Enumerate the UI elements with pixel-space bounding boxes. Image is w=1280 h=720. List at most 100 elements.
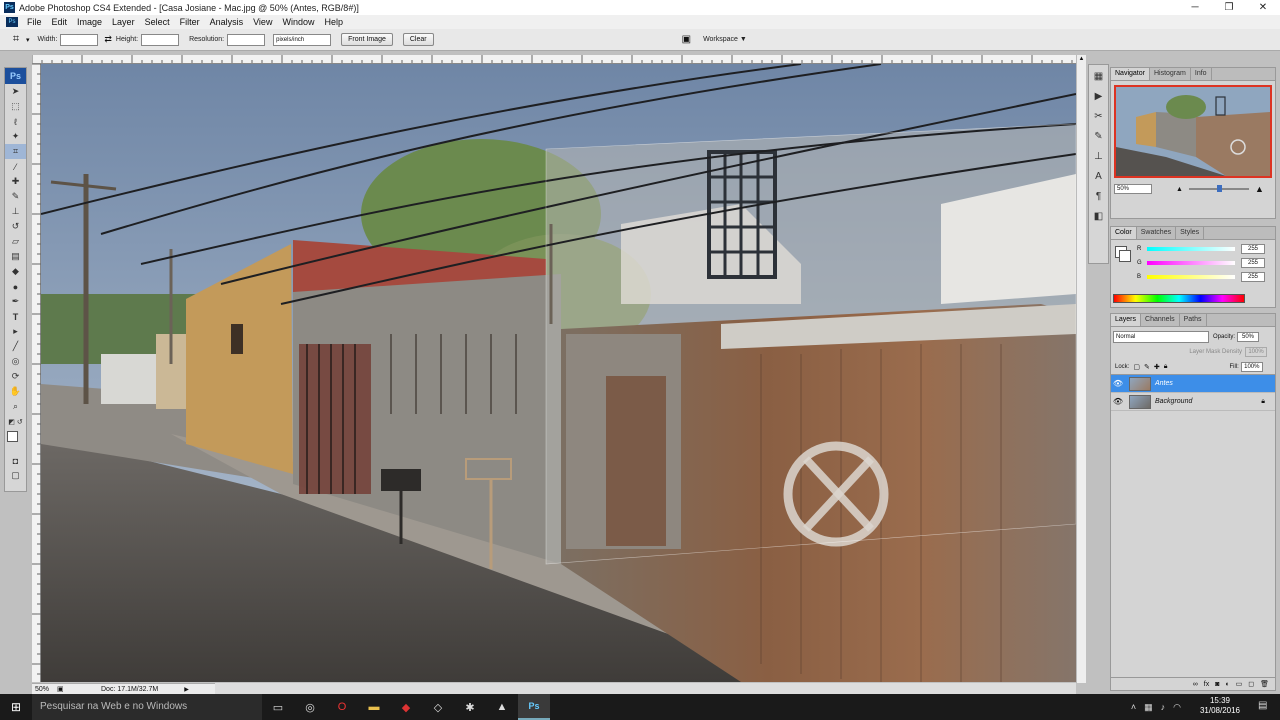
eyedropper-tool-icon[interactable]: ⁄ [5, 159, 26, 174]
status-menu-arrow-icon[interactable]: ▶ [184, 686, 189, 693]
zoom-slider[interactable] [1188, 185, 1249, 192]
maximize-button[interactable]: ❐ [1212, 0, 1246, 15]
link-layers-icon[interactable]: ∞ [1193, 681, 1198, 688]
zoom-slider-thumb[interactable] [1216, 185, 1222, 192]
document-canvas[interactable] [41, 64, 1076, 682]
tab-swatches[interactable]: Swatches [1137, 227, 1177, 239]
resolution-unit-select[interactable]: pixels/inch [273, 33, 332, 46]
lock-transparency-icon[interactable]: ▢ [1133, 363, 1140, 371]
mask-density-field[interactable]: 100% [1245, 347, 1267, 357]
horizontal-scrollbar[interactable] [215, 683, 1076, 694]
workspace-menu[interactable]: Workspace ▼ [703, 36, 747, 43]
brushes-panel-icon[interactable]: ✎ [1089, 127, 1108, 145]
blur-tool-icon[interactable]: ◆ [5, 264, 26, 279]
width-field[interactable] [60, 33, 99, 46]
navigator-zoom-field[interactable]: 50% [1114, 184, 1152, 194]
file-explorer-icon[interactable]: ▬ [358, 694, 390, 720]
b-value[interactable]: 255 [1241, 272, 1265, 282]
healing-brush-tool-icon[interactable]: ✚ [5, 174, 26, 189]
tool-presets-icon[interactable]: ✂ [1089, 107, 1108, 125]
visibility-eye-icon[interactable]: 👁︎ [1111, 379, 1125, 388]
app-icon[interactable]: ◇ [422, 694, 454, 720]
scroll-up-icon[interactable]: ▲ [1077, 56, 1086, 62]
history-brush-tool-icon[interactable]: ↺ [5, 219, 26, 234]
photoshop-taskbar-icon[interactable]: Ps [518, 694, 550, 720]
g-value[interactable]: 255 [1241, 258, 1265, 268]
3d-rotate-tool-icon[interactable]: ◎ [5, 354, 26, 369]
crop-tool-icon[interactable]: ⌗ [6, 33, 26, 46]
front-image-button[interactable]: Front Image [341, 33, 393, 46]
lock-pixels-icon[interactable]: ✎ [1144, 363, 1150, 371]
menu-file[interactable]: File [22, 17, 47, 27]
visibility-eye-icon[interactable]: 👁︎ [1111, 397, 1125, 406]
foreground-color-swatch[interactable] [6, 431, 18, 442]
slider-r[interactable]: R 255 [1137, 242, 1265, 256]
tool-preset-chevron-icon[interactable]: ▾ [26, 36, 30, 44]
r-bar[interactable] [1147, 247, 1235, 251]
brush-tool-icon[interactable]: ✎ [5, 189, 26, 204]
screen-mode-icon[interactable]: ▢ [5, 468, 26, 483]
layer-row-background[interactable]: 👁︎ Background 🔒︎ [1111, 393, 1275, 411]
taskbar-search[interactable]: Pesquisar na Web e no Windows [32, 694, 262, 720]
lasso-tool-icon[interactable]: ℓ [5, 114, 26, 129]
adjustments-panel-icon[interactable]: ◧ [1089, 207, 1108, 225]
layer-mask-icon[interactable]: ◙ [1215, 681, 1219, 688]
magic-wand-tool-icon[interactable]: ✦ [5, 129, 26, 144]
menu-filter[interactable]: Filter [175, 17, 205, 27]
eraser-tool-icon[interactable]: ▱ [5, 234, 26, 249]
tab-channels[interactable]: Channels [1141, 314, 1180, 326]
history-panel-icon[interactable]: ▦ [1089, 67, 1108, 85]
layer-name-antes[interactable]: Antes [1155, 380, 1173, 387]
crop-tool-icon[interactable]: ⌗ [5, 144, 26, 159]
wifi-icon[interactable]: ◠ [1173, 702, 1181, 713]
adjustment-layer-icon[interactable]: ◐ [1225, 681, 1229, 688]
photos-icon[interactable]: ▲ [486, 694, 518, 720]
b-bar[interactable] [1147, 275, 1235, 279]
character-panel-icon[interactable]: A [1089, 167, 1108, 185]
clear-button[interactable]: Clear [402, 33, 434, 46]
color-spectrum[interactable] [1113, 294, 1245, 303]
pen-tool-icon[interactable]: ✒ [5, 294, 26, 309]
layer-row-antes[interactable]: 👁︎ Antes [1111, 375, 1275, 393]
new-group-icon[interactable]: ▭ [1236, 680, 1243, 688]
actions-panel-icon[interactable]: ▶ [1089, 87, 1108, 105]
menu-analysis[interactable]: Analysis [205, 17, 249, 27]
opacity-field[interactable]: 50% [1237, 332, 1260, 342]
lock-all-icon[interactable]: 🔒︎ [1164, 363, 1168, 371]
sketchup-icon[interactable]: ◆ [390, 694, 422, 720]
menu-window[interactable]: Window [277, 17, 319, 27]
clone-stamp-tool-icon[interactable]: ⊥ [5, 204, 26, 219]
network-icon[interactable]: ▦ [1144, 702, 1153, 713]
taskbar-clock[interactable]: 15:39 31/08/2016 [1200, 696, 1240, 716]
tab-color[interactable]: Color [1111, 227, 1137, 239]
delete-layer-icon[interactable]: 🗑︎ [1260, 680, 1269, 688]
menu-layer[interactable]: Layer [107, 17, 140, 27]
volume-icon[interactable]: ♪ [1161, 702, 1166, 712]
color-swatches[interactable] [5, 429, 26, 453]
menu-help[interactable]: Help [319, 17, 348, 27]
zoom-out-icon[interactable]: ▲ [1176, 186, 1183, 193]
swap-icon[interactable]: ⇄ [104, 34, 112, 45]
lock-position-icon[interactable]: ✚ [1154, 363, 1160, 371]
task-view-icon[interactable]: ▭ [262, 694, 294, 720]
status-options-icon[interactable]: ▣ [57, 685, 77, 693]
zoom-in-icon[interactable]: ▲ [1255, 184, 1264, 194]
layer-style-icon[interactable]: fx [1204, 681, 1209, 688]
paint-icon[interactable]: ✱ [454, 694, 486, 720]
menu-view[interactable]: View [248, 17, 277, 27]
height-field[interactable] [141, 33, 180, 46]
tab-info[interactable]: Info [1191, 68, 1212, 80]
marquee-tool-icon[interactable]: ⬚ [5, 99, 26, 114]
path-selection-tool-icon[interactable]: ▸ [5, 324, 26, 339]
new-layer-icon[interactable]: ◻ [1248, 680, 1254, 688]
resolution-field[interactable] [227, 33, 266, 46]
fill-field[interactable]: 100% [1240, 361, 1263, 372]
tab-navigator[interactable]: Navigator [1111, 68, 1150, 80]
close-button[interactable]: ✕ [1246, 0, 1280, 15]
navigator-preview[interactable] [1114, 85, 1272, 178]
r-value[interactable]: 255 [1241, 244, 1265, 254]
minimize-button[interactable]: ─ [1178, 0, 1212, 15]
paragraph-panel-icon[interactable]: ¶ [1089, 187, 1108, 205]
tab-histogram[interactable]: Histogram [1150, 68, 1191, 80]
opera-icon[interactable]: O [326, 694, 358, 720]
